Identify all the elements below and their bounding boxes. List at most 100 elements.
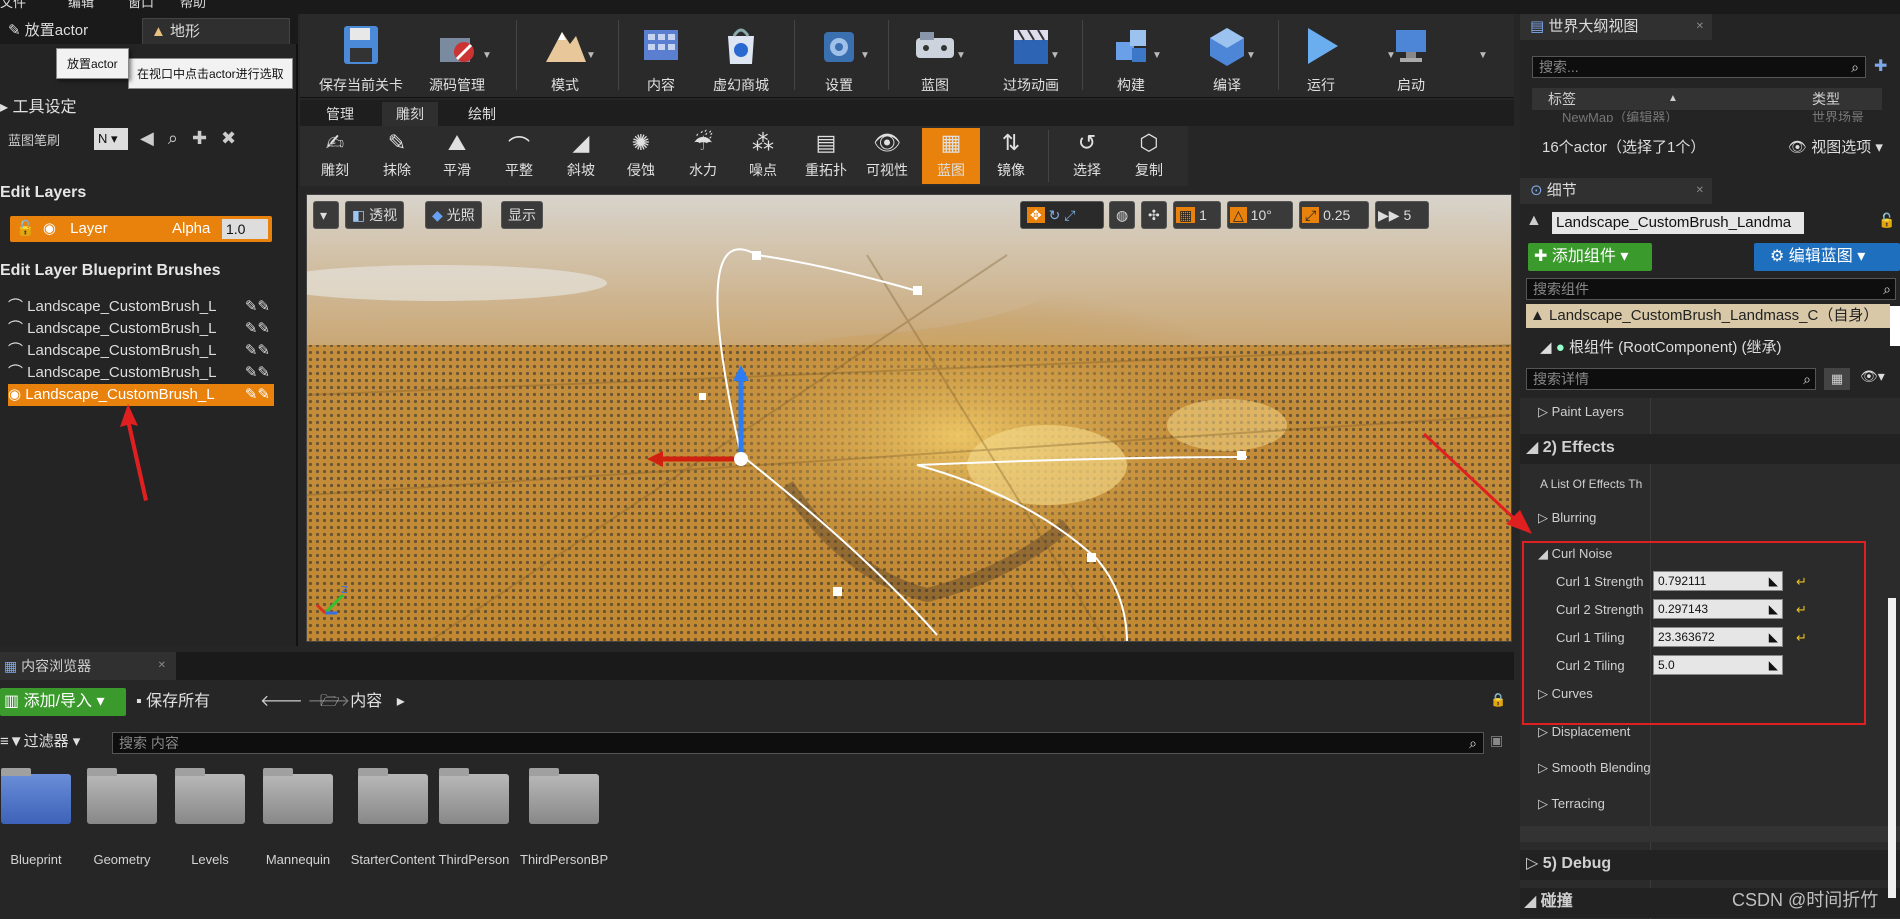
camera-speed-group[interactable]: ▶▶ 5 xyxy=(1375,201,1429,229)
brush-item[interactable]: ⌒ Landscape_CustomBrush_L ✎✎ xyxy=(8,318,274,340)
brush-item[interactable]: ⌒ Landscape_CustomBrush_L ✎✎ xyxy=(8,362,274,384)
scale-tool-icon[interactable]: ⤢ xyxy=(1064,207,1075,223)
grid-snap-group[interactable]: ▦ 1 xyxy=(1173,201,1221,229)
effects-header[interactable]: ◢ 2) Effects xyxy=(1520,434,1900,464)
rotate-tool-icon[interactable]: ↻ xyxy=(1049,207,1061,223)
actor-name-field[interactable]: Landscape_CustomBrush_Landma xyxy=(1552,212,1804,234)
layer-alpha-field[interactable]: 1.0 xyxy=(222,219,268,239)
dropdown-arrow-icon[interactable]: ▼ xyxy=(1246,50,1256,61)
angle-snap-group[interactable]: △ 10° xyxy=(1227,201,1293,229)
perspective-button[interactable]: ◧ 透视 xyxy=(345,201,405,229)
root-component-row[interactable]: ◢ ● 根组件 (RootComponent) (继承) xyxy=(1540,336,1782,357)
back-arrow-icon[interactable]: 🡐 xyxy=(260,693,303,710)
terracing-row[interactable]: ▷ Terracing xyxy=(1520,790,1900,818)
tool-smooth[interactable]: ⛰ 平滑 xyxy=(428,128,486,184)
content-browser-tab[interactable]: ▦ 内容浏览器 ✕ xyxy=(0,652,176,680)
save-search-icon[interactable]: ▣ xyxy=(1490,732,1503,749)
brush-edit-icon[interactable]: ✎✎ xyxy=(245,384,270,406)
dropdown-arrow-icon[interactable]: ▼ xyxy=(586,50,596,61)
menu-file[interactable]: 文件 xyxy=(0,0,26,14)
brush-item-selected[interactable]: ◉ Landscape_CustomBrush_L ✎✎ xyxy=(8,384,274,406)
dropdown-arrow-icon[interactable]: ▼ xyxy=(1386,50,1396,61)
show-button[interactable]: 显示 xyxy=(501,201,543,229)
cinematics-button[interactable]: 过场动画 xyxy=(986,18,1076,96)
content-button[interactable]: 内容 xyxy=(616,18,706,96)
tool-mirror[interactable]: ⇅ 镜像 xyxy=(982,128,1040,184)
lock-icon[interactable]: 🔓 xyxy=(1878,212,1895,229)
edit-blueprint-button[interactable]: ⚙ 编辑蓝图 ▾ xyxy=(1754,243,1900,271)
brush-item[interactable]: ⌒ Landscape_CustomBrush_L ✎✎ xyxy=(8,296,274,318)
compile-button[interactable]: 编译 xyxy=(1182,18,1272,96)
menu-edit[interactable]: 编辑 xyxy=(68,0,94,14)
outliner-row[interactable]: NewMap（编辑器） 世界场景 xyxy=(1532,110,1882,122)
play-button[interactable]: 运行 xyxy=(1276,18,1366,96)
dropdown-arrow-icon[interactable]: ▼ xyxy=(1050,50,1060,61)
settings-button[interactable]: 设置 xyxy=(794,18,884,96)
column-type[interactable]: 类型 xyxy=(1812,88,1840,110)
path-breadcrumb[interactable]: 🗁 内容 ▸ xyxy=(320,688,405,716)
folder-item[interactable]: StarterContent xyxy=(350,768,436,867)
close-icon[interactable]: ✕ xyxy=(158,652,166,680)
folder-item[interactable]: Blueprint xyxy=(0,768,72,867)
dropdown-arrow-icon[interactable]: ▼ xyxy=(1152,50,1162,61)
bp-brushes-header[interactable]: Edit Layer Blueprint Brushes xyxy=(0,262,221,280)
blueprints-button[interactable]: 蓝图 xyxy=(890,18,980,96)
details-search-input[interactable]: 搜索详情 ⌕ xyxy=(1526,368,1816,390)
tool-erosion[interactable]: ✺ 侵蚀 xyxy=(612,128,670,184)
close-icon[interactable]: ✕ xyxy=(1696,178,1704,204)
dropdown-arrow-icon[interactable]: ▼ xyxy=(482,50,492,61)
marketplace-button[interactable]: 虚幻商城 xyxy=(696,18,786,96)
dropdown-arrow-icon[interactable]: ▼ xyxy=(860,50,870,61)
menu-help[interactable]: 帮助 xyxy=(180,0,206,14)
details-scrollbar[interactable] xyxy=(1888,598,1896,898)
folder-item[interactable]: Mannequin xyxy=(262,768,334,867)
search-icon[interactable]: ⌕ xyxy=(168,128,192,148)
component-search-input[interactable]: 搜索组件 ⌕ xyxy=(1526,278,1896,300)
tool-sculpt[interactable]: ✍ 雕刻 xyxy=(306,128,364,184)
tool-visibility[interactable]: 👁 可视性 xyxy=(858,128,916,184)
tab-manage[interactable]: 管理 xyxy=(312,102,368,126)
tool-erase[interactable]: ✎ 抹除 xyxy=(368,128,426,184)
filters-button[interactable]: ≡▼过滤器 ▾ xyxy=(0,730,80,754)
folder-item[interactable]: ThirdPerson xyxy=(438,768,510,867)
outliner-tab[interactable]: ▤ 世界大纲视图 ✕ xyxy=(1520,14,1712,40)
add-icon[interactable]: ✚ xyxy=(192,128,221,148)
back-arrow-icon[interactable]: ◀ xyxy=(140,128,168,148)
brush-edit-icon[interactable]: ✎✎ xyxy=(245,362,270,384)
viewport-options-button[interactable]: ▾ xyxy=(313,201,339,229)
tool-noise[interactable]: ⁂ 噪点 xyxy=(734,128,792,184)
property-matrix-icon[interactable]: ▦ xyxy=(1824,368,1850,390)
tool-ramp[interactable]: ◢ 斜坡 xyxy=(552,128,610,184)
scrollbar[interactable] xyxy=(1890,306,1900,346)
edit-layers-header[interactable]: Edit Layers xyxy=(0,184,86,202)
content-search-input[interactable]: 搜索 内容 ⌕ xyxy=(112,732,1484,754)
brush-edit-icon[interactable]: ✎✎ xyxy=(245,318,270,340)
paint-layers-row[interactable]: ▷ Paint Layers xyxy=(1520,398,1900,426)
add-actor-icon[interactable]: ✚ xyxy=(1874,56,1887,76)
move-tool-icon[interactable]: ✥ xyxy=(1027,207,1045,223)
close-icon[interactable]: ✕ xyxy=(1696,14,1704,40)
tool-select[interactable]: ↺ 选择 xyxy=(1058,128,1116,184)
lit-mode-button[interactable]: ◆ 光照 xyxy=(425,201,482,229)
eye-icon[interactable]: ◉ xyxy=(43,220,56,237)
lock-icon[interactable]: 🔓 xyxy=(16,220,35,237)
eye-icon[interactable]: ◉ xyxy=(8,386,25,403)
blueprint-brush-select[interactable]: N ▾ xyxy=(94,128,128,150)
tool-blueprint[interactable]: ▦ 蓝图 xyxy=(922,128,980,184)
layer-row[interactable]: 🔓 ◉ Layer Alpha 1.0 xyxy=(10,216,272,242)
tab-place-actor[interactable]: ✎ 放置actor xyxy=(0,18,96,44)
view-options-button[interactable]: 👁 视图选项 ▾ xyxy=(1788,136,1883,157)
menu-window[interactable]: 窗口 xyxy=(128,0,154,14)
tool-settings-header[interactable]: ▸ 工具设定 xyxy=(0,96,296,120)
save-level-button[interactable]: 保存当前关卡 xyxy=(316,18,406,96)
column-label[interactable]: 标签 xyxy=(1548,88,1576,110)
level-viewport[interactable]: Z ▾ ◧ 透视 ◆ 光照 显示 ✥ ↻ ⤢ ◍ ✣ ▦ 1 △ 10° ⤢ 0… xyxy=(306,194,1512,642)
modes-button[interactable]: 模式 xyxy=(520,18,610,96)
tool-retopologize[interactable]: ▤ 重拓扑 xyxy=(794,128,858,184)
debug-header[interactable]: ▷ 5) Debug xyxy=(1520,850,1900,880)
folder-item[interactable]: Levels xyxy=(174,768,246,867)
folder-item[interactable]: ThirdPersonBP xyxy=(520,768,608,867)
folder-item[interactable]: Geometry xyxy=(86,768,158,867)
details-tab[interactable]: ⊙ 细节 ✕ xyxy=(1520,178,1712,204)
tool-hydro[interactable]: ☔ 水力 xyxy=(674,128,732,184)
